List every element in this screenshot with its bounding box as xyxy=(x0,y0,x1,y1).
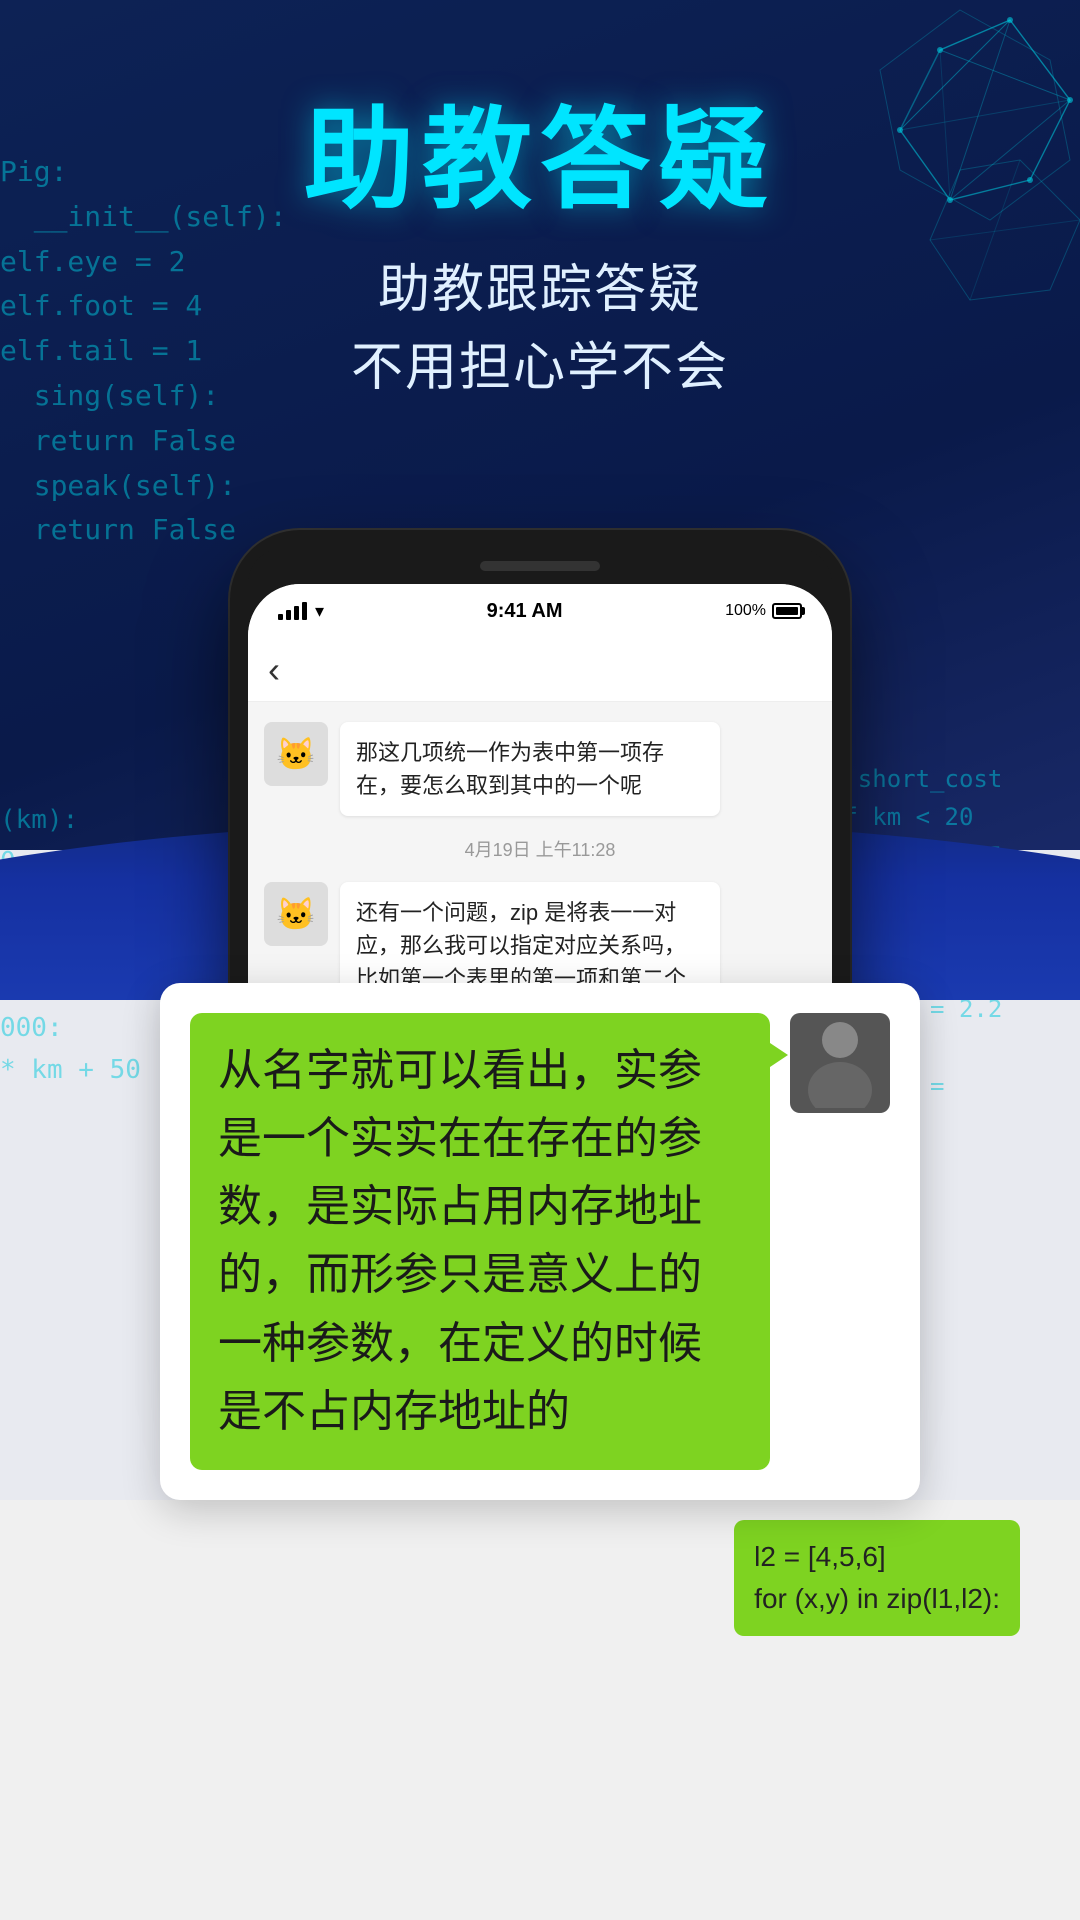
user-avatar-1: 🐱 xyxy=(264,722,328,786)
reply-avatar xyxy=(790,1013,890,1113)
chat-header: ‹ xyxy=(248,638,832,702)
title-area: 助教答疑 助教跟踪答疑 不用担心学不会 xyxy=(0,100,1080,407)
message-bubble-1: 那这几项统一作为表中第一项存在，要怎么取到其中的一个呢 xyxy=(340,722,720,816)
battery-percentage: 100% xyxy=(725,602,766,620)
subtitle: 助教跟踪答疑 不用担心学不会 xyxy=(0,251,1080,407)
bottom-chat-section: l2 = [4,5,6] for (x,y) in zip(l1,l2): xyxy=(0,1500,1080,1920)
subtitle-line1: 助教跟踪答疑 xyxy=(0,251,1080,329)
signal-icon xyxy=(278,602,307,620)
message-row-1: 🐱 那这几项统一作为表中第一项存在，要怎么取到其中的一个呢 xyxy=(264,722,816,816)
status-bar: ▾ 9:41 AM 100% xyxy=(248,584,832,638)
wifi-icon: ▾ xyxy=(315,601,324,622)
large-bubble-card: 从名字就可以看出，实参是一个实实在在存在的参数，是实际占用内存地址的，而形参只是… xyxy=(160,983,920,1500)
phone-notch xyxy=(248,548,832,584)
battery-icon xyxy=(772,603,802,619)
code-line-2: for (x,y) in zip(l1,l2): xyxy=(754,1578,1000,1620)
bottom-code-bubble: l2 = [4,5,6] for (x,y) in zip(l1,l2): xyxy=(734,1520,1020,1636)
subtitle-line2: 不用担心学不会 xyxy=(0,329,1080,407)
phone-speaker xyxy=(480,561,600,571)
person-silhouette-icon xyxy=(800,1018,880,1108)
status-right: 100% xyxy=(725,602,802,620)
user-avatar-2: 🐱 xyxy=(264,882,328,946)
back-button[interactable]: ‹ xyxy=(268,649,290,691)
main-title: 助教答疑 xyxy=(0,100,1080,221)
reply-bubble: 从名字就可以看出，实参是一个实实在在存在的参数，是实际占用内存地址的，而形参只是… xyxy=(190,1013,770,1470)
large-bubble-overlay: 从名字就可以看出，实参是一个实实在在存在的参数，是实际占用内存地址的，而形参只是… xyxy=(0,983,1080,1500)
battery-fill xyxy=(776,607,798,615)
status-left: ▾ xyxy=(278,601,324,622)
bottom-code-message: l2 = [4,5,6] for (x,y) in zip(l1,l2): xyxy=(60,1520,1020,1636)
status-time: 9:41 AM xyxy=(324,600,725,623)
code-line-1: l2 = [4,5,6] xyxy=(754,1536,1000,1578)
message-timestamp: 4月19日 上午11:28 xyxy=(264,836,816,862)
